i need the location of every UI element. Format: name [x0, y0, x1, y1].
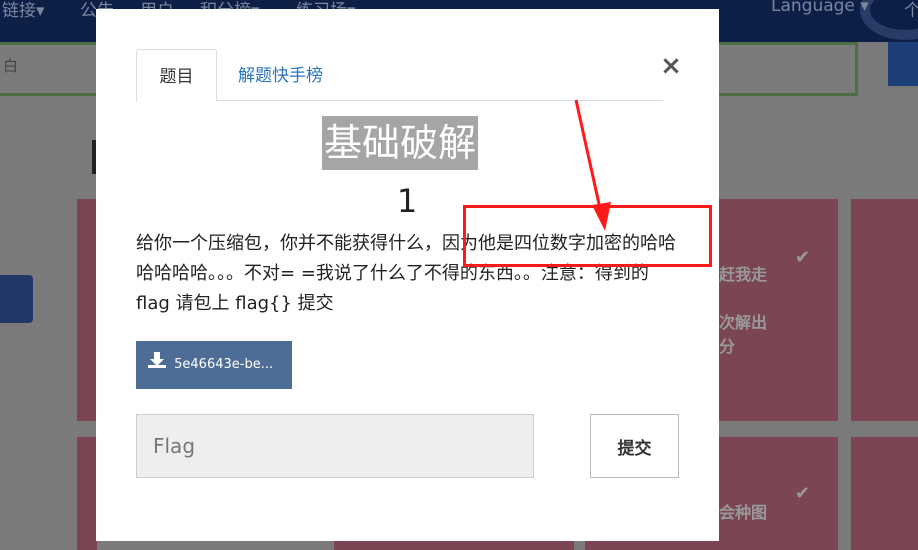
tab-solve-leaderboard[interactable]: 解题快手榜 [238, 49, 323, 102]
challenge-card[interactable] [851, 199, 918, 421]
sidebar-button[interactable] [0, 275, 33, 323]
nav-item-links[interactable]: 链接▾ [2, 0, 45, 21]
nav-item-user-menu[interactable]: 个 [904, 0, 918, 21]
flag-input[interactable] [136, 414, 534, 478]
language-dropdown[interactable]: Language ▾ [771, 0, 869, 16]
download-icon [148, 341, 166, 389]
challenge-modal: 题目 解题快手榜 × 基础破解 1 给你一个压缩包，你并不能获得什么，因为他是四… [96, 9, 719, 541]
challenge-card[interactable]: ✔ 会种图 [719, 437, 838, 550]
tab-challenge[interactable]: 题目 [136, 49, 217, 102]
annotation-highlight-box [463, 205, 712, 267]
card-title: 会种图 [719, 503, 768, 522]
download-file-button[interactable]: 5e46643e-be... [136, 341, 292, 389]
challenge-score: 1 [396, 182, 418, 220]
challenge-card[interactable] [851, 437, 918, 550]
download-file-label: 5e46643e-be... [174, 357, 274, 372]
search-placeholder: 白 [3, 57, 19, 75]
challenge-title: 基础破解 [322, 116, 479, 170]
submit-flag-button[interactable]: 提交 [590, 414, 679, 478]
challenge-card[interactable]: ✔ 赶我走 次解出 分 [719, 199, 838, 421]
challenge-card[interactable] [77, 199, 97, 421]
modal-tabs: 题目 解题快手榜 [136, 49, 663, 102]
close-icon[interactable]: × [659, 52, 683, 80]
challenge-card[interactable] [585, 541, 719, 550]
card-subtitle: 次解出 分 [719, 313, 768, 356]
card-title: 赶我走 [719, 265, 768, 284]
challenge-card[interactable] [77, 437, 97, 550]
solved-check-icon: ✔ [795, 247, 811, 268]
search-button[interactable] [888, 42, 918, 86]
solved-check-icon: ✔ [795, 483, 811, 504]
challenge-card[interactable] [334, 541, 574, 550]
